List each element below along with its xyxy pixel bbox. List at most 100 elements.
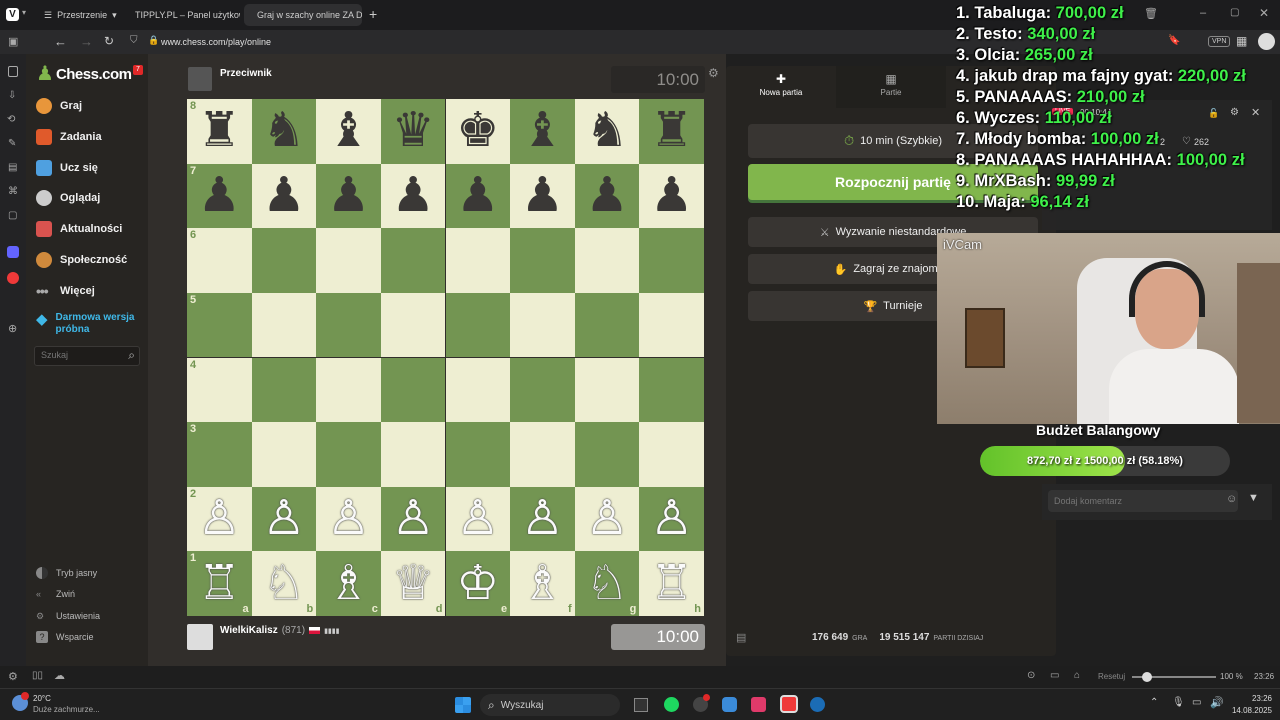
tray-chevron-icon[interactable]: ⌃ xyxy=(1150,697,1158,708)
comment-input[interactable] xyxy=(1048,490,1238,512)
chess-piece[interactable]: ♟ xyxy=(327,171,370,220)
board-square[interactable] xyxy=(316,357,381,423)
chess-piece[interactable]: ♟ xyxy=(650,171,693,220)
history-icon[interactable]: ⟲ xyxy=(7,114,15,125)
board-square[interactable]: 5 xyxy=(187,292,252,358)
sidebar-light-mode[interactable]: Tryb jasny xyxy=(36,563,97,583)
add-panel-icon[interactable]: ⊕ xyxy=(8,322,17,335)
chess-piece[interactable]: ♞ xyxy=(262,107,305,155)
chess-piece[interactable]: ♘ xyxy=(262,559,305,608)
chess-piece[interactable]: ♙ xyxy=(262,495,305,543)
chess-piece[interactable]: ♔ xyxy=(456,559,499,608)
messenger-icon[interactable] xyxy=(722,697,737,712)
cloud-icon[interactable]: ☁ xyxy=(54,669,65,682)
tab-games[interactable]: ▦ Partie xyxy=(836,66,946,108)
board-square[interactable]: ♚ xyxy=(445,99,511,164)
board-square[interactable] xyxy=(316,422,381,487)
taskbar-date[interactable]: 14.08.2025 xyxy=(1226,706,1272,715)
volume-icon[interactable]: 🔊 xyxy=(1210,696,1224,709)
sidebar-item-watch[interactable]: Oglądaj xyxy=(36,188,100,208)
steam-icon[interactable] xyxy=(810,697,825,712)
sidebar-item-social[interactable]: Społeczność xyxy=(36,250,127,270)
microphone-icon[interactable]: 🎙 xyxy=(1172,697,1185,708)
tab-chess[interactable]: Graj w szachy online ZA DA xyxy=(244,4,362,26)
settings-icon[interactable]: ⚙ xyxy=(8,670,18,683)
chess-piece[interactable]: ♗ xyxy=(521,559,564,608)
board-square[interactable] xyxy=(639,228,704,293)
board-square[interactable]: ♙ xyxy=(445,486,511,552)
vivaldi-taskbar-icon[interactable] xyxy=(780,695,798,713)
board-square[interactable]: 3 xyxy=(187,422,252,487)
chess-piece[interactable]: ♕ xyxy=(392,559,435,608)
board-square[interactable]: ♟ xyxy=(510,163,575,229)
board-square[interactable] xyxy=(316,292,381,358)
sidebar-item-news[interactable]: Aktualności xyxy=(36,219,122,239)
board-square[interactable]: ♟ xyxy=(251,163,317,229)
url-input[interactable]: www.chess.com/play/online xyxy=(161,37,271,47)
board-square[interactable] xyxy=(445,228,511,293)
window-icon[interactable]: ▤ xyxy=(8,162,17,173)
board-square[interactable]: 4 xyxy=(187,357,252,423)
board-square[interactable] xyxy=(251,228,317,293)
menu-chevron-icon[interactable]: ▾ xyxy=(22,8,26,17)
reader-icon[interactable]: ▢ xyxy=(8,210,17,221)
board-square[interactable] xyxy=(445,422,511,487)
sidebar-support[interactable]: ? Wsparcie xyxy=(36,627,94,647)
tab-tipply[interactable]: TIPPLY.PL – Panel użytkown xyxy=(122,4,240,26)
chess-piece[interactable]: ♖ xyxy=(198,559,241,608)
chesscom-logo[interactable]: ♟ Chess.com xyxy=(36,64,132,84)
board-square[interactable]: ♙ xyxy=(574,486,640,552)
sidebar-item-more[interactable]: ••• Więcej xyxy=(36,281,95,301)
board-square[interactable]: ♟ xyxy=(316,163,381,229)
board-square[interactable] xyxy=(510,228,575,293)
board-square[interactable]: ♝ xyxy=(510,99,575,164)
tab-new-game[interactable]: ✚ Nowa partia xyxy=(726,66,836,108)
chess-piece[interactable]: ♟ xyxy=(198,171,241,220)
sidebar-collapse[interactable]: « Zwiń xyxy=(36,584,75,604)
chat-icon[interactable]: ▤ xyxy=(736,631,746,644)
chess-piece[interactable]: ♞ xyxy=(586,107,629,155)
taskbar-clock[interactable]: 23:26 xyxy=(1240,694,1272,703)
board-square[interactable]: ♜ xyxy=(639,99,704,164)
chess-piece[interactable]: ♘ xyxy=(586,559,629,608)
chess-piece[interactable]: ♟ xyxy=(392,171,435,220)
shield-icon[interactable]: ⛉ xyxy=(130,35,138,46)
board-square[interactable] xyxy=(380,422,446,487)
chess-piece[interactable]: ♟ xyxy=(262,171,305,220)
chess-piece[interactable]: ♟ xyxy=(456,171,499,220)
board-square[interactable]: ♞ xyxy=(251,99,317,164)
forward-icon[interactable]: → xyxy=(80,34,93,49)
sidebar-settings[interactable]: ⚙ Ustawienia xyxy=(36,606,100,626)
board-square[interactable]: ♙ xyxy=(316,486,381,552)
chess-piece[interactable]: ♟ xyxy=(586,171,629,220)
vivaldi-panel-icon[interactable] xyxy=(7,272,19,284)
sidebar-search[interactable]: ⌕ xyxy=(34,346,140,366)
board-square[interactable]: ♔ e xyxy=(445,551,511,616)
mastodon-icon[interactable] xyxy=(7,246,19,258)
board-square[interactable]: ♛ xyxy=(380,99,446,164)
chess-piece[interactable]: ♙ xyxy=(392,495,435,543)
board-square[interactable] xyxy=(380,292,446,358)
reload-icon[interactable]: ↻ xyxy=(104,34,114,48)
board-square[interactable]: ♙ xyxy=(380,486,446,552)
sidebar-item-puzzles[interactable]: Zadania xyxy=(36,127,102,147)
capture-icon[interactable]: ⊙ xyxy=(1027,670,1035,681)
board-square[interactable]: ♟ xyxy=(574,163,640,229)
zoom-slider[interactable] xyxy=(1132,672,1216,682)
filter-icon[interactable]: ▼ xyxy=(1248,492,1259,504)
board-square[interactable] xyxy=(574,292,640,358)
network-icon[interactable]: ▭ xyxy=(1192,697,1201,708)
board-square[interactable]: ♖ h xyxy=(639,551,704,616)
panel-toggle-icon[interactable]: ▣ xyxy=(8,35,18,48)
board-square[interactable]: ♘ g xyxy=(574,551,640,616)
file-explorer-icon[interactable] xyxy=(634,698,648,712)
bookmarks-icon[interactable] xyxy=(8,66,18,77)
board-square[interactable] xyxy=(574,422,640,487)
chess-piece[interactable]: ♜ xyxy=(198,107,241,155)
board-square[interactable]: ♙ xyxy=(510,486,575,552)
board-square[interactable] xyxy=(251,292,317,358)
chess-piece[interactable]: ♝ xyxy=(327,107,370,155)
board-square[interactable] xyxy=(639,357,704,423)
board-square[interactable]: ♜ 8 xyxy=(187,99,252,164)
board-square[interactable] xyxy=(510,357,575,423)
